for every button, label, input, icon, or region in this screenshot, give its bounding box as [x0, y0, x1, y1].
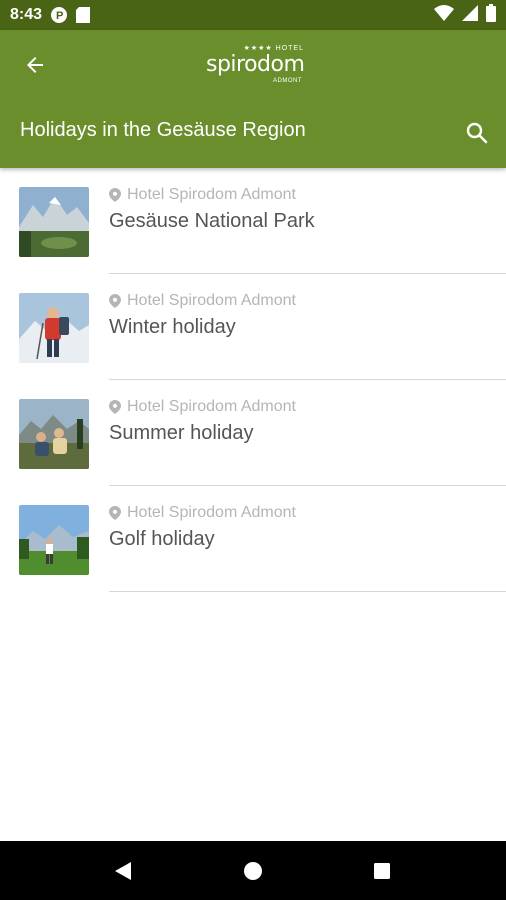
- location-label: Hotel Spirodom Admont: [109, 186, 296, 204]
- holiday-list: Hotel Spirodom Admont Gesäuse National P…: [0, 168, 506, 592]
- p-icon: P: [50, 6, 68, 24]
- back-triangle-icon: [115, 861, 132, 880]
- location-text: Hotel Spirodom Admont: [127, 504, 296, 521]
- location-pin-icon: [109, 294, 121, 308]
- nav-home-button[interactable]: [233, 851, 273, 891]
- item-title: Gesäuse National Park: [109, 210, 315, 232]
- location-label: Hotel Spirodom Admont: [109, 292, 296, 310]
- page-title: Holidays in the Gesäuse Region: [20, 119, 306, 141]
- wifi-icon: [434, 4, 454, 26]
- location-text: Hotel Spirodom Admont: [127, 398, 296, 415]
- location-label: Hotel Spirodom Admont: [109, 504, 296, 522]
- divider: [109, 591, 506, 592]
- logo-stars: ★★★★ HOTEL: [243, 45, 304, 52]
- logo-sub: ADMONT: [273, 78, 302, 84]
- location-text: Hotel Spirodom Admont: [127, 292, 296, 309]
- home-circle-icon: [243, 861, 262, 880]
- nav-recents-button[interactable]: [362, 851, 402, 891]
- svg-text:P: P: [56, 10, 63, 22]
- item-title: Golf holiday: [109, 528, 215, 550]
- location-pin-icon: [109, 188, 121, 202]
- list-item[interactable]: Hotel Spirodom Admont Gesäuse National P…: [0, 168, 506, 274]
- thumbnail-winter: [19, 293, 89, 363]
- nav-back-button[interactable]: [104, 851, 144, 891]
- list-item[interactable]: Hotel Spirodom Admont Summer holiday: [0, 380, 506, 486]
- status-time: 8:43: [10, 6, 43, 23]
- thumbnail-summer: [19, 399, 89, 469]
- location-text: Hotel Spirodom Admont: [127, 186, 296, 203]
- logo-brand: spirodom: [206, 52, 305, 77]
- item-title: Summer holiday: [109, 422, 254, 444]
- sd-card-icon: [76, 7, 91, 23]
- arrow-left-icon: [27, 57, 43, 73]
- thumbnail-national-park: [19, 187, 89, 257]
- app-bar: ★★★★ HOTEL spirodom ADMONT Holidays in t…: [0, 30, 506, 168]
- thumbnail-golf: [19, 505, 89, 575]
- list-item[interactable]: Hotel Spirodom Admont Winter holiday: [0, 274, 506, 380]
- search-icon: [466, 122, 488, 144]
- list-item[interactable]: Hotel Spirodom Admont Golf holiday: [0, 486, 506, 592]
- system-nav-bar: [0, 841, 506, 900]
- recents-square-icon: [373, 862, 390, 879]
- location-label: Hotel Spirodom Admont: [109, 398, 296, 416]
- item-title: Winter holiday: [109, 316, 236, 338]
- location-pin-icon: [109, 506, 121, 520]
- search-button[interactable]: [462, 118, 492, 148]
- hotel-logo: ★★★★ HOTEL spirodom ADMONT: [200, 44, 310, 90]
- back-button[interactable]: [20, 50, 50, 80]
- status-bar: 8:43 P: [0, 0, 506, 30]
- signal-icon: [462, 4, 478, 26]
- battery-icon: [486, 3, 496, 27]
- location-pin-icon: [109, 400, 121, 414]
